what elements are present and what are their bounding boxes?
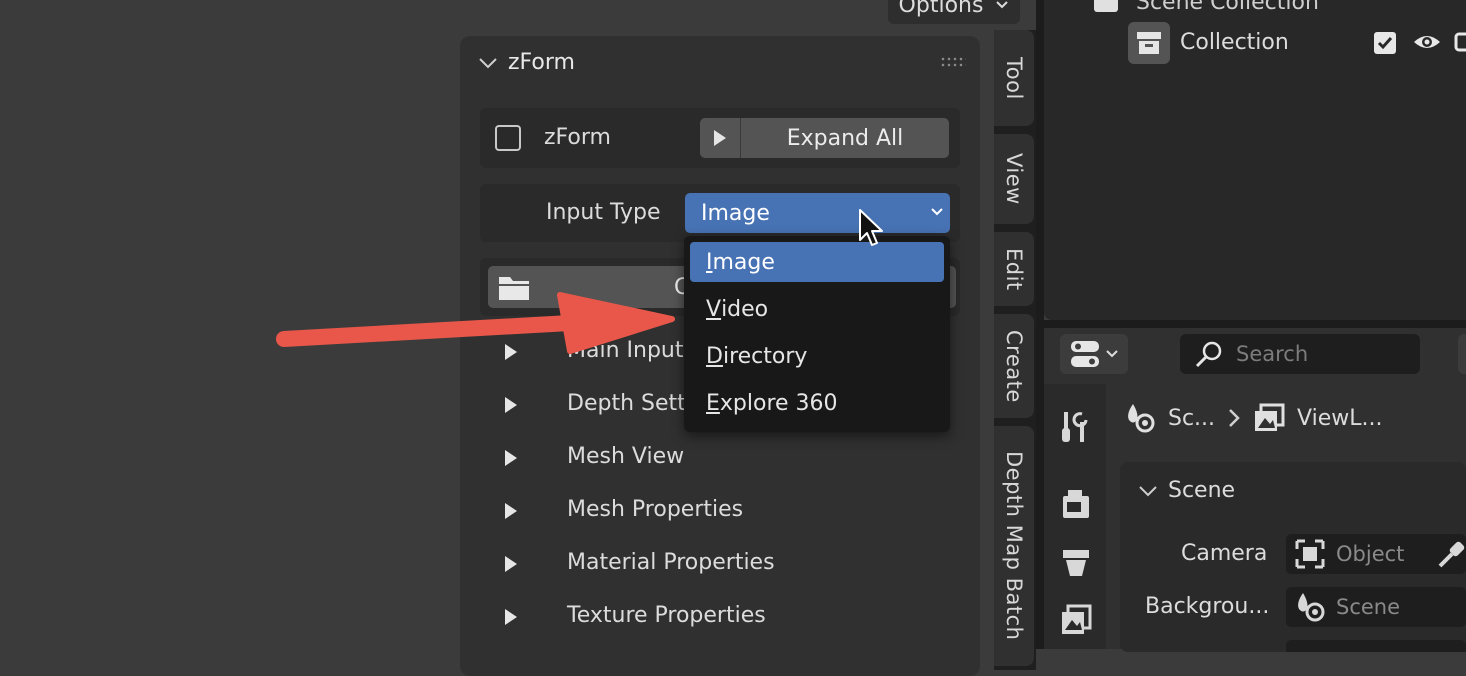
zform-enable-label: zForm bbox=[544, 125, 611, 150]
background-field[interactable]: Scene bbox=[1286, 587, 1466, 627]
expand-play-button[interactable] bbox=[700, 118, 741, 158]
panel-title: zForm bbox=[508, 50, 575, 75]
editor-type-button[interactable] bbox=[1060, 334, 1128, 374]
tab-view[interactable]: View bbox=[994, 134, 1034, 224]
scene-panel-header[interactable]: Scene bbox=[1138, 478, 1235, 503]
input-type-label: Input Type bbox=[546, 200, 661, 225]
view-layer-icon bbox=[1255, 403, 1285, 431]
object-icon bbox=[1295, 539, 1325, 569]
render-properties-icon[interactable] bbox=[1060, 488, 1092, 522]
scene-icon bbox=[1298, 593, 1325, 622]
options-label: Options bbox=[898, 0, 984, 18]
section-label: Mesh View bbox=[567, 444, 685, 469]
input-type-select[interactable]: Image bbox=[685, 193, 950, 233]
options-dropdown[interactable]: Options bbox=[888, 0, 1020, 24]
chevron-down-icon bbox=[478, 57, 498, 69]
input-type-dropdown-menu: Image Video Directory Explore 360 bbox=[684, 236, 950, 432]
section-label: Mesh Properties bbox=[567, 497, 744, 522]
tab-label: Edit bbox=[1002, 247, 1026, 291]
mnemonic-letter: E bbox=[706, 390, 720, 416]
dropdown-item-directory[interactable]: Directory bbox=[690, 336, 944, 376]
expand-arrow-icon bbox=[505, 556, 517, 572]
input-type-value: Image bbox=[701, 200, 770, 226]
chevron-right-icon bbox=[1229, 409, 1240, 427]
annotation-arrow-icon bbox=[276, 292, 675, 354]
scene-section-title: Scene bbox=[1168, 478, 1236, 503]
item-label-rest: irectory bbox=[722, 343, 808, 369]
area-divider[interactable] bbox=[1036, 320, 1466, 328]
dropdown-item-video[interactable]: Video bbox=[690, 289, 944, 329]
panel-header[interactable]: zForm bbox=[478, 50, 575, 75]
next-field[interactable] bbox=[1286, 640, 1466, 652]
tab-edit[interactable]: Edit bbox=[994, 232, 1034, 306]
search-input[interactable]: Search bbox=[1180, 334, 1420, 374]
expand-arrow-icon bbox=[505, 397, 517, 413]
camera-label: Camera bbox=[1181, 541, 1268, 566]
expand-all-label: Expand All bbox=[786, 125, 904, 151]
chevron-down-icon bbox=[1139, 485, 1157, 496]
breadcrumb: Sc... ViewL... bbox=[1124, 402, 1383, 434]
expand-arrow-icon bbox=[505, 450, 517, 466]
tab-label: Depth Map Batch bbox=[1002, 451, 1026, 641]
tab-label: Create bbox=[1002, 329, 1026, 403]
item-label-rest: mage bbox=[712, 249, 775, 275]
view-layer-icon[interactable] bbox=[1060, 604, 1092, 638]
sidebar-tabs: Tool View Edit Create Depth Map Batch bbox=[994, 30, 1036, 670]
mouse-cursor-icon bbox=[859, 209, 883, 246]
search-icon bbox=[1195, 341, 1222, 368]
scene-icon bbox=[1128, 404, 1155, 433]
expand-arrow-icon bbox=[505, 503, 517, 519]
expand-arrow-icon bbox=[505, 609, 517, 625]
properties-editor-icon bbox=[1071, 341, 1099, 367]
play-icon bbox=[714, 130, 726, 146]
tab-tool[interactable]: Tool bbox=[994, 30, 1034, 126]
chevron-down-icon bbox=[995, 0, 1009, 10]
tool-settings-icon[interactable] bbox=[1060, 410, 1090, 446]
expand-all-button[interactable]: Expand All bbox=[741, 118, 949, 158]
tab-label: View bbox=[1002, 153, 1026, 205]
zform-enable-checkbox[interactable] bbox=[495, 125, 521, 151]
scene-collection-label[interactable]: Scene Collection bbox=[1136, 0, 1319, 15]
mnemonic-letter: D bbox=[706, 343, 723, 369]
breadcrumb-viewlayer[interactable]: ViewL... bbox=[1297, 406, 1382, 431]
dropdown-item-explore-360[interactable]: Explore 360 bbox=[690, 383, 944, 423]
collection-icon bbox=[1128, 22, 1170, 64]
mnemonic-letter: V bbox=[706, 296, 722, 322]
output-properties-icon[interactable] bbox=[1060, 546, 1092, 580]
scene-collection-icon bbox=[1094, 0, 1118, 12]
search-placeholder: Search bbox=[1236, 342, 1309, 366]
drag-handle-icon[interactable] bbox=[940, 56, 966, 68]
background-label: Backgrou... bbox=[1145, 594, 1270, 619]
background-value: Scene bbox=[1336, 595, 1401, 619]
tab-create[interactable]: Create bbox=[994, 314, 1034, 418]
exclude-checkbox[interactable] bbox=[1374, 32, 1396, 54]
camera-render-icon[interactable] bbox=[1454, 30, 1466, 54]
chevron-down-icon bbox=[930, 207, 944, 217]
item-label-rest: xplore 360 bbox=[719, 390, 838, 416]
breadcrumb-scene[interactable]: Sc... bbox=[1168, 406, 1215, 431]
section-label: Texture Properties bbox=[567, 603, 766, 628]
dropdown-item-image[interactable]: Image bbox=[690, 242, 944, 282]
eye-icon[interactable] bbox=[1412, 30, 1442, 54]
item-label-rest: ideo bbox=[721, 296, 769, 322]
tab-label: Tool bbox=[1002, 56, 1026, 100]
tab-depth-map-batch[interactable]: Depth Map Batch bbox=[994, 426, 1034, 666]
chevron-down-icon bbox=[1106, 350, 1118, 358]
section-label: Material Properties bbox=[567, 550, 775, 575]
options-button[interactable] bbox=[1458, 334, 1466, 374]
eyedropper-icon[interactable] bbox=[1436, 538, 1466, 570]
section-label: Depth Setti bbox=[567, 391, 692, 416]
camera-value: Object bbox=[1336, 542, 1405, 566]
collection-label[interactable]: Collection bbox=[1180, 30, 1289, 55]
